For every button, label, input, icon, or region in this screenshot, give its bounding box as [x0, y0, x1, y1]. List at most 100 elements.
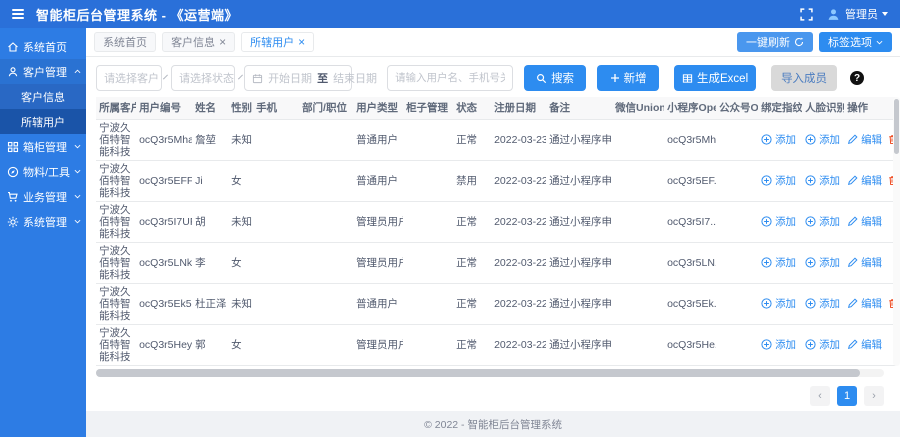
vertical-scrollbar-thumb[interactable] [894, 99, 899, 154]
add-face-link[interactable]: 添加 [805, 296, 840, 311]
grid-icon [7, 141, 19, 153]
cell-dept [299, 201, 354, 243]
circle-plus-icon [761, 215, 772, 227]
page-number-button[interactable]: 1 [837, 385, 857, 406]
add-fingerprint-link[interactable]: 添加 [761, 214, 796, 229]
sidebar-item-home[interactable]: 系统首页 [0, 34, 86, 59]
start-date-field[interactable]: 开始日期 [268, 70, 312, 86]
tab-label: 系统首页 [103, 37, 148, 49]
add-fingerprint-link[interactable]: 添加 [761, 296, 796, 311]
table-row: 宁波久佰特智能科技ocQ3r5Mha8...詹堃未知 普通用户 正常2022-03-… [96, 119, 897, 161]
app-title: 智能柜后台管理系统 - 《运营端》 [36, 7, 239, 23]
add-face-link[interactable]: 添加 [805, 132, 840, 147]
end-date-field[interactable]: 结束日期 [333, 70, 377, 86]
date-range-picker[interactable]: 开始日期 至 结束日期 [244, 65, 377, 91]
edit-link[interactable]: 编辑 [847, 214, 882, 229]
column-header: 柜子管理 [403, 97, 454, 120]
circle-plus-icon [761, 297, 772, 309]
add-face-link[interactable]: 添加 [805, 255, 840, 270]
status-select[interactable]: 请选择状态 [171, 65, 244, 91]
next-page-button[interactable]: › [864, 385, 884, 406]
menu-toggle-icon[interactable] [12, 9, 24, 19]
vertical-scrollbar[interactable] [893, 97, 900, 366]
add-face-link[interactable]: 添加 [805, 173, 840, 188]
cell-customer: 宁波久佰特智能科技 [96, 283, 137, 325]
customer-select[interactable]: 请选择客户 [96, 65, 169, 91]
tag-options-button[interactable]: 标签选项 [819, 32, 892, 52]
help-icon[interactable]: ? [850, 71, 865, 85]
cell-user-no: ocQ3r5I7UP... [136, 201, 193, 243]
search-label: 搜索 [551, 73, 575, 85]
refresh-all-button[interactable]: 一键刷新 [737, 32, 813, 52]
cell-user-no: ocQ3r5EFFC... [136, 160, 193, 202]
sidebar-subitem-label: 所辖用户 [21, 116, 66, 129]
chevron-down-icon [876, 40, 883, 45]
edit-link[interactable]: 编辑 [847, 173, 882, 188]
cell-wechat-unionid [612, 119, 665, 161]
fullscreen-icon[interactable] [800, 7, 813, 21]
cell-operations: 编辑 [844, 201, 897, 243]
user-menu[interactable]: 管理员 [845, 6, 878, 22]
circle-plus-icon [805, 215, 816, 227]
cell-mini-openid: ocQ3r5EF... [664, 160, 717, 202]
cell-name: 詹堃 [192, 119, 229, 161]
cell-user-type: 管理员用户 [353, 242, 404, 284]
edit-link[interactable]: 编辑 [847, 255, 882, 270]
tab-customer-info[interactable]: 客户信息 × [162, 32, 236, 52]
cell-name: 郭 [192, 324, 229, 366]
sidebar-item-materials[interactable]: 物料/工具 [0, 159, 86, 184]
sidebar-subitem-customer-info[interactable]: 客户信息 [0, 84, 87, 109]
horizontal-scrollbar-thumb[interactable] [96, 368, 861, 377]
cell-customer: 宁波久佰特智能科技 [96, 119, 137, 161]
compass-icon [7, 166, 19, 178]
select-placeholder: 请选择客户 [104, 73, 160, 85]
search-icon [536, 73, 547, 84]
tab-home[interactable]: 系统首页 [94, 32, 157, 52]
column-header: 状态 [453, 97, 492, 120]
cell-reg-date: 2022-03-22 [491, 324, 547, 366]
horizontal-scrollbar[interactable] [96, 368, 884, 377]
sidebar-item-system[interactable]: 系统管理 [0, 209, 86, 234]
keyword-input[interactable] [387, 65, 514, 91]
cell-mp-openid [716, 201, 759, 243]
column-header: 姓名 [192, 97, 229, 120]
tag-options-label: 标签选项 [828, 37, 872, 49]
prev-page-button[interactable]: ‹ [810, 385, 830, 406]
sidebar-item-business[interactable]: 业务管理 [0, 184, 86, 209]
edit-icon [847, 215, 858, 227]
sidebar-subitem-managed-users[interactable]: 所辖用户 [0, 109, 87, 134]
cell-operations: 编辑 [844, 119, 897, 161]
add-face-link[interactable]: 添加 [805, 214, 840, 229]
search-button[interactable]: 搜索 [524, 65, 587, 91]
add-face-link-cell: 添加 [802, 283, 845, 325]
add-user-button[interactable]: 新增 [597, 65, 660, 91]
add-face-link[interactable]: 添加 [805, 337, 840, 352]
tab-label: 客户信息 [171, 37, 216, 49]
close-icon[interactable]: × [298, 36, 305, 48]
plus-icon [610, 73, 620, 83]
table-row: 宁波久佰特智能科技ocQ3r5LNk9...李女 管理员用户 正常2022-03-2… [96, 242, 897, 284]
sidebar-item-cabinets[interactable]: 箱柜管理 [0, 134, 86, 159]
import-members-button[interactable]: 导入成员 [771, 65, 838, 91]
generate-excel-button[interactable]: 生成Excel [674, 65, 757, 91]
tab-managed-users[interactable]: 所辖用户 × [241, 32, 315, 52]
cart-icon [7, 191, 19, 203]
cell-mini-openid: ocQ3r5Mh... [664, 119, 717, 161]
edit-link[interactable]: 编辑 [847, 132, 882, 147]
chevron-down-icon [882, 12, 888, 16]
add-fingerprint-link[interactable]: 添加 [761, 337, 796, 352]
close-icon[interactable]: × [219, 36, 226, 48]
sidebar-item-customers[interactable]: 客户管理 [0, 59, 87, 84]
table-row: 宁波久佰特智能科技ocQ3r5HeyO...郭女 管理员用户 正常2022-03-2… [96, 324, 897, 366]
edit-link[interactable]: 编辑 [847, 337, 882, 352]
add-fingerprint-link[interactable]: 添加 [761, 255, 796, 270]
cell-mp-openid [716, 242, 759, 284]
add-fingerprint-link[interactable]: 添加 [761, 173, 796, 188]
add-fingerprint-link[interactable]: 添加 [761, 132, 796, 147]
edit-link[interactable]: 编辑 [847, 296, 882, 311]
cell-wechat-unionid [612, 201, 665, 243]
chevron-down-icon [74, 169, 81, 174]
sidebar-item-label: 箱柜管理 [23, 141, 67, 154]
cell-dept [299, 119, 354, 161]
chevron-down-icon [74, 144, 81, 149]
